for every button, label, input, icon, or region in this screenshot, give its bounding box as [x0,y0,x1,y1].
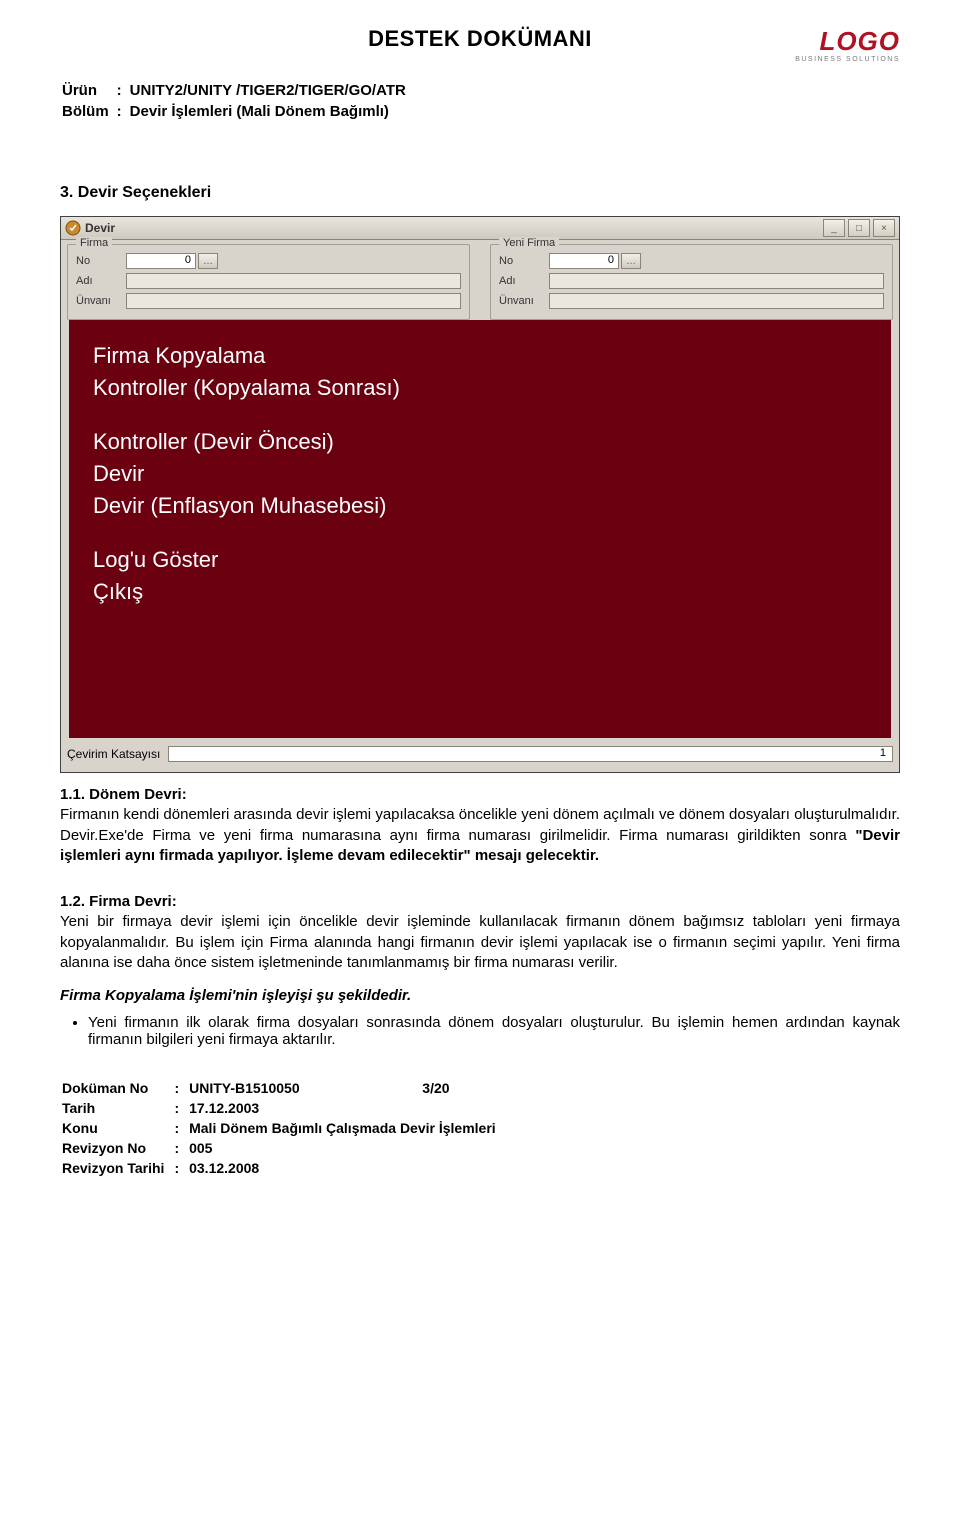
section-1-1: 1.1. Dönem Devri: Firmanın kendi dönemle… [60,785,900,866]
konu-value: Mali Dönem Bağımlı Çalışmada Devir İşlem… [189,1120,504,1138]
minimize-button[interactable]: _ [823,219,845,237]
bullet-list: Yeni firmanın ilk olarak firma dosyaları… [60,1014,900,1048]
firma-no-lookup-button[interactable]: … [198,253,218,269]
section-1-2: 1.2. Firma Devri: Yeni bir firmaya devir… [60,892,900,973]
konu-label: Konu [62,1120,172,1138]
yeni-firma-adi-label: Adı [499,275,549,287]
section-1-1-body: Firmanın kendi dönemleri arasında devir … [60,806,900,843]
revno-label: Revizyon No [62,1140,172,1158]
logo-sub: BUSINESS SOLUTIONS [795,56,900,63]
footer-meta: Doküman No : UNITY-B1510050 3/20 Tarih :… [60,1078,506,1180]
menu-devir[interactable]: Devir [93,460,867,488]
section-1-2-title: 1.2. Firma Devri: [60,893,177,910]
firma-unvani-input [126,293,461,309]
firma-no-label: No [76,255,126,267]
firma-no-input[interactable]: 0 [126,253,196,269]
revtarih-value: 03.12.2008 [189,1160,504,1178]
yeni-firma-adi-input [549,273,884,289]
revtarih-label: Revizyon Tarihi [62,1160,172,1178]
close-button[interactable]: × [873,219,895,237]
menu-devir-enflasyon[interactable]: Devir (Enflasyon Muhasebesi) [93,492,867,520]
yeni-firma-group: Yeni Firma No 0 … Adı Ünvanı [490,244,893,320]
firma-adi-input [126,273,461,289]
bullet-1: Yeni firmanın ilk olarak firma dosyaları… [88,1014,900,1048]
bolum-value: Devir İşlemleri (Mali Dönem Bağımlı) [130,103,412,122]
bolum-label: Bölüm [62,103,115,122]
urun-label: Ürün [62,82,115,101]
tarih-value: 17.12.2003 [189,1100,504,1118]
maximize-button[interactable]: □ [848,219,870,237]
menu-kontroller-kopyalama-sonrasi[interactable]: Kontroller (Kopyalama Sonrası) [93,374,867,402]
revno-value: 005 [189,1140,504,1158]
firma-unvani-label: Ünvanı [76,295,126,307]
firma-group: Firma No 0 … Adı Ünvanı [67,244,470,320]
header-meta: Ürün : UNITY2/UNITY /TIGER2/TIGER/GO/ATR… [60,80,414,124]
yeni-firma-unvani-label: Ünvanı [499,295,549,307]
section-3-title: 3. Devir Seçenekleri [60,184,900,202]
logo-main: LOGO [795,28,900,54]
devir-menu: Firma Kopyalama Kontroller (Kopyalama So… [67,320,893,740]
yeni-firma-no-lookup-button[interactable]: … [621,253,641,269]
dokno-label: Doküman No [62,1080,172,1098]
menu-log-goster[interactable]: Log'u Göster [93,546,867,574]
doc-title: DESTEK DOKÜMANI [60,26,900,52]
yeni-firma-no-label: No [499,255,549,267]
window-title: Devir [85,221,115,235]
urun-value: UNITY2/UNITY /TIGER2/TIGER/GO/ATR [130,82,412,101]
dokno-value: UNITY-B1510050 [189,1080,380,1098]
menu-firma-kopyalama[interactable]: Firma Kopyalama [93,342,867,370]
yeni-firma-legend: Yeni Firma [499,237,559,249]
tarih-label: Tarih [62,1100,172,1118]
firma-adi-label: Adı [76,275,126,287]
firma-kopyalama-title: Firma Kopyalama İşlemi'nin işleyişi şu ş… [60,987,900,1004]
section-1-1-title: 1.1. Dönem Devri: [60,786,187,803]
firma-legend: Firma [76,237,112,249]
logo: LOGO BUSINESS SOLUTIONS [795,28,900,63]
yeni-firma-unvani-input [549,293,884,309]
yeni-firma-no-input[interactable]: 0 [549,253,619,269]
menu-kontroller-devir-oncesi[interactable]: Kontroller (Devir Öncesi) [93,428,867,456]
titlebar: Devir _ □ × [61,217,899,240]
cevirim-label: Çevirim Katsayısı [67,747,160,761]
menu-cikis[interactable]: Çıkış [93,578,867,606]
devir-window: Devir _ □ × Firma No 0 … Ad [60,216,900,773]
cevirim-input[interactable]: 1 [168,746,893,762]
page-number: 3/20 [382,1080,503,1098]
window-icon [65,220,81,236]
section-1-2-body: Yeni bir firmaya devir işlemi için öncel… [60,913,900,971]
